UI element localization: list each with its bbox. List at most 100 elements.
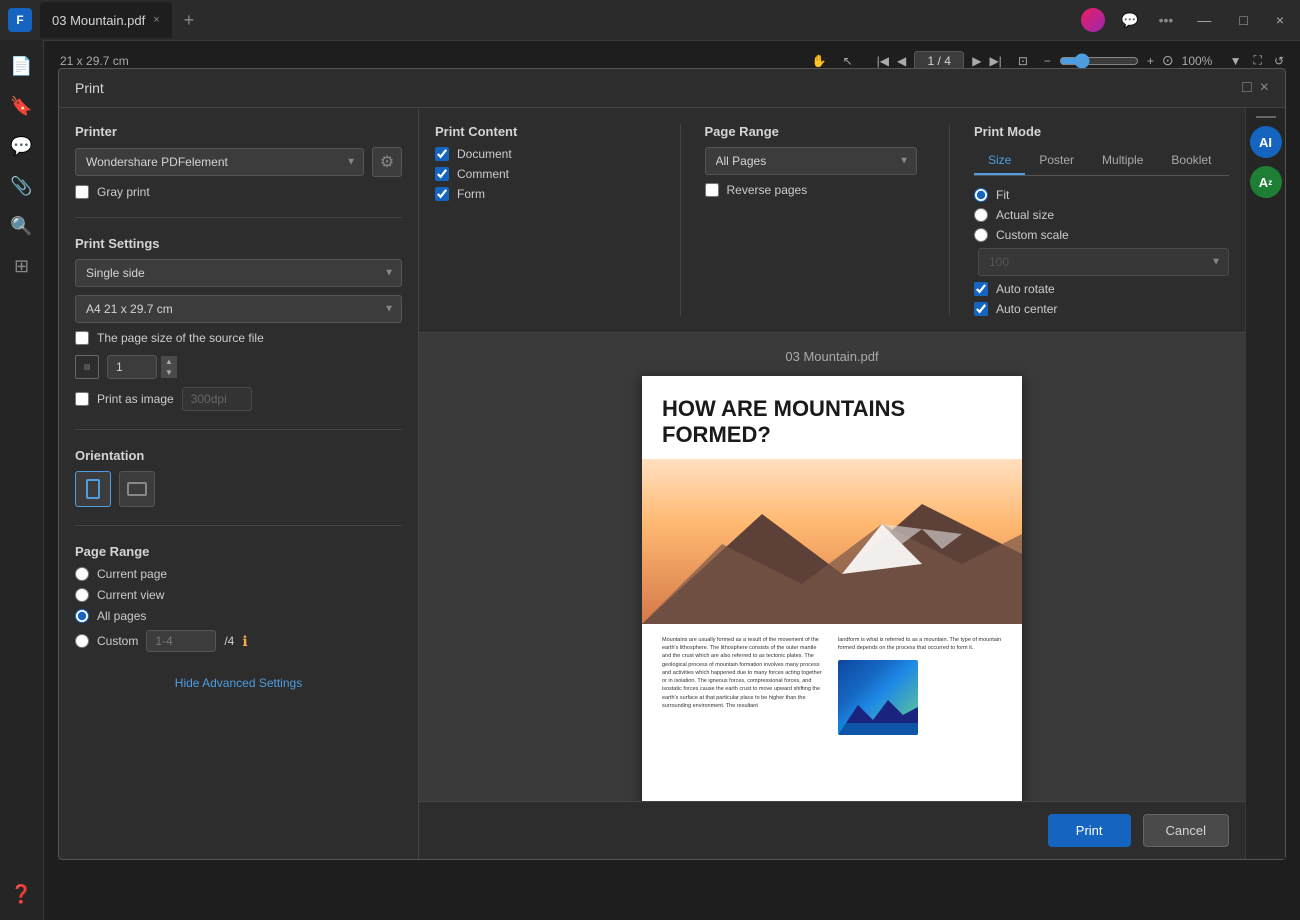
print-mode-tabs: Size Poster Multiple Booklet (974, 147, 1229, 176)
copies-input[interactable] (107, 355, 157, 379)
tab-poster[interactable]: Poster (1025, 147, 1088, 175)
current-page-row[interactable]: Current page (75, 567, 402, 581)
current-view-radio[interactable] (75, 588, 89, 602)
all-pages-radio[interactable] (75, 609, 89, 623)
hand-tool-icon[interactable]: ✋ (812, 54, 827, 68)
current-page-radio[interactable] (75, 567, 89, 581)
active-tab[interactable]: 03 Mountain.pdf × (40, 2, 172, 38)
sidebar-icon-search[interactable]: 🔍 (4, 208, 40, 244)
printer-settings-button[interactable]: ⚙ (372, 147, 402, 177)
az-icon[interactable]: Az (1250, 166, 1282, 198)
titlebar: F 03 Mountain.pdf × + 💬 ••• — □ × (0, 0, 1300, 40)
print-as-image-row: Print as image (75, 387, 402, 411)
user-avatar[interactable] (1081, 8, 1105, 32)
scale-input-wrapper: 100 ▼ (978, 248, 1229, 276)
sidebar-icon-layers[interactable]: ⊞ (4, 248, 40, 284)
side-dropdown[interactable]: Single side Both sides (long edge) Both … (75, 259, 402, 287)
first-page-nav-icon[interactable]: |◀ (877, 54, 889, 68)
printer-dropdown[interactable]: Wondershare PDFelement (75, 148, 364, 176)
actual-size-radio[interactable] (974, 208, 988, 222)
custom-scale-row[interactable]: Custom scale (974, 228, 1229, 242)
dialog-header-actions: □ × (1242, 79, 1269, 97)
hide-advanced-wrapper: Hide Advanced Settings (75, 674, 402, 692)
fullscreen-icon[interactable]: ⛶ (1254, 53, 1262, 68)
custom-range-input[interactable] (146, 630, 216, 652)
zoom-in-icon[interactable]: + (1147, 54, 1154, 68)
fit-radio[interactable] (974, 188, 988, 202)
sidebar-icon-attachments[interactable]: 📎 (4, 168, 40, 204)
scroll-mode-icon[interactable]: ↺ (1274, 54, 1284, 68)
orientation-label: Orientation (75, 448, 402, 463)
minimize-button[interactable]: — (1189, 8, 1219, 32)
select-tool-icon[interactable]: ↖ (843, 54, 853, 68)
auto-rotate-checkbox[interactable] (974, 282, 988, 296)
more-options-icon[interactable]: ••• (1155, 8, 1178, 32)
print-as-image-checkbox[interactable] (75, 392, 89, 406)
reverse-pages-checkbox[interactable] (705, 183, 719, 197)
sidebar-icon-document[interactable]: 📄 (4, 48, 40, 84)
copies-decrement-button[interactable]: ▼ (161, 367, 177, 378)
form-row: Form (435, 187, 648, 201)
sidebar-icon-help[interactable]: ❓ (4, 876, 40, 912)
zoom-slider[interactable] (1059, 53, 1139, 69)
sidebar-icon-comments[interactable]: 💬 (4, 128, 40, 164)
page-size-source-checkbox[interactable] (75, 331, 89, 345)
last-page-nav-icon[interactable]: ▶| (989, 54, 1001, 68)
print-mode-column: Print Mode Size Poster Multiple Booklet (949, 124, 1229, 316)
fit-label: Fit (996, 188, 1009, 202)
dialog-close-button[interactable]: × (1260, 79, 1269, 97)
comment-checkbox[interactable] (435, 167, 449, 181)
next-page-nav-icon[interactable]: ▶ (972, 54, 981, 68)
maximize-button[interactable]: □ (1231, 8, 1255, 32)
fit-row[interactable]: Fit (974, 188, 1229, 202)
current-view-row[interactable]: Current view (75, 588, 402, 602)
zoom-fit-icon[interactable]: ⊙ (1162, 52, 1174, 69)
dialog-container: Print □ × Printer Wonde (44, 40, 1300, 920)
zoom-dropdown-icon[interactable]: ▼ (1230, 54, 1242, 68)
tab-booklet[interactable]: Booklet (1157, 147, 1225, 175)
hide-advanced-button[interactable]: Hide Advanced Settings (175, 676, 302, 690)
portrait-button[interactable] (75, 471, 111, 507)
auto-center-label: Auto center (996, 302, 1057, 316)
custom-range-row[interactable]: Custom /4 ℹ (75, 630, 402, 652)
copies-increment-button[interactable]: ▲ (161, 356, 177, 367)
doc-mountain-image (642, 459, 1022, 624)
all-pages-row[interactable]: All pages (75, 609, 402, 623)
right-panel: Print Content Document Comment (419, 108, 1245, 859)
print-button[interactable]: Print (1048, 814, 1131, 847)
range-info-icon: ℹ (242, 633, 247, 650)
actual-size-row[interactable]: Actual size (974, 208, 1229, 222)
side-dropdown-wrap: Single side Both sides (long edge) Both … (75, 259, 402, 287)
custom-scale-radio[interactable] (974, 228, 988, 242)
window-close-button[interactable]: × (1268, 8, 1292, 32)
dialog-body: Printer Wondershare PDFelement ▼ ⚙ (59, 108, 1285, 859)
cancel-button[interactable]: Cancel (1143, 814, 1229, 847)
prev-page-nav-icon[interactable]: ◀ (897, 54, 906, 68)
gray-print-checkbox[interactable] (75, 185, 89, 199)
landscape-button[interactable] (119, 471, 155, 507)
tab-close-icon[interactable]: × (153, 14, 159, 26)
zoom-out-icon[interactable]: − (1044, 54, 1051, 68)
chat-icon[interactable]: 💬 (1117, 8, 1142, 33)
page-range-options: Current page Current view All pages (75, 567, 402, 652)
zoom-level-text: 100% (1182, 54, 1222, 68)
page-range-dropdown[interactable]: All Pages Current Page Custom (705, 147, 918, 175)
app-logo: F (8, 8, 32, 32)
form-checkbox[interactable] (435, 187, 449, 201)
dialog-maximize-button[interactable]: □ (1242, 79, 1252, 97)
sidebar-icon-bookmarks[interactable]: 🔖 (4, 88, 40, 124)
document-checkbox[interactable] (435, 147, 449, 161)
fit-page-icon[interactable]: ⊡ (1018, 54, 1028, 68)
doc-heading: HOW ARE MOUNTAINS FORMED? (642, 376, 1022, 459)
ai-assistant-icon[interactable]: AI (1250, 126, 1282, 158)
scale-dropdown: 100 (978, 248, 1229, 276)
new-tab-button[interactable]: + (184, 10, 195, 31)
doc-text-area: Mountains are usually formed as a result… (642, 624, 1022, 748)
tab-multiple[interactable]: Multiple (1088, 147, 1157, 175)
tab-size[interactable]: Size (974, 147, 1025, 175)
paper-size-dropdown[interactable]: A4 21 x 29.7 cm A3 Letter (75, 295, 402, 323)
auto-center-checkbox[interactable] (974, 302, 988, 316)
document-row: Document (435, 147, 648, 161)
orientation-section: Orientation (75, 448, 402, 507)
custom-range-radio[interactable] (75, 634, 89, 648)
